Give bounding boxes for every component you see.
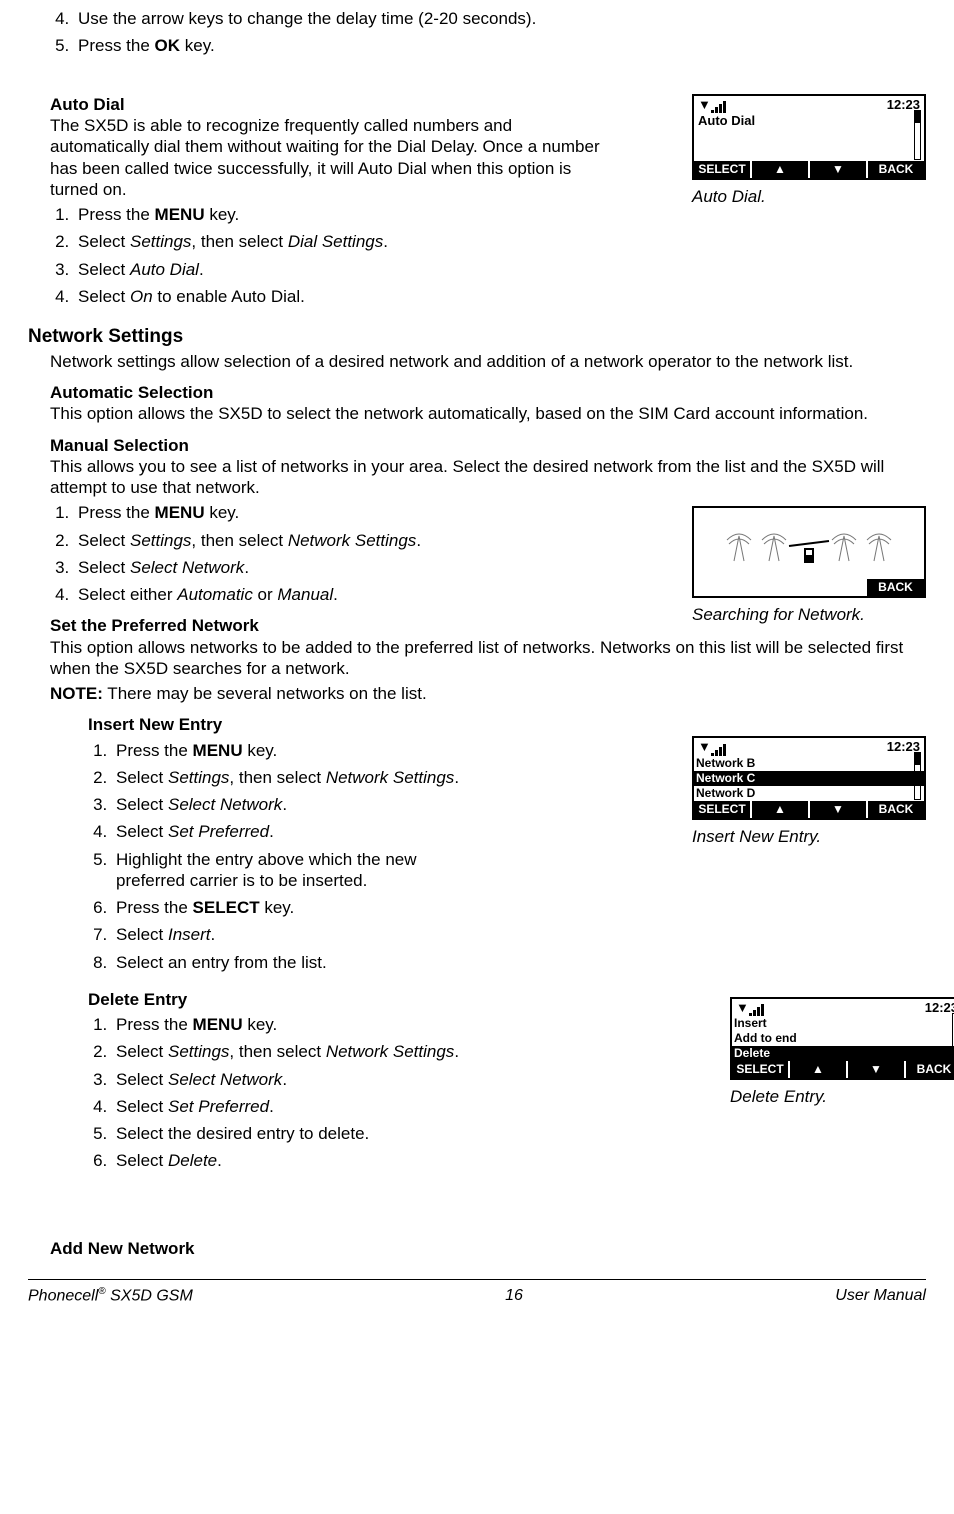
list-item[interactable]: Network B <box>694 756 924 771</box>
step-delay-time: Use the arrow keys to change the delay t… <box>74 8 926 29</box>
softkey-back[interactable]: BACK <box>906 1061 954 1078</box>
signal-icon: ▼ <box>698 739 727 755</box>
softkey-up[interactable]: ▲ <box>752 801 810 818</box>
heading-insert-new-entry: Insert New Entry <box>88 714 926 735</box>
list-item-selected[interactable]: Delete <box>732 1046 954 1061</box>
para-auto-dial: The SX5D is able to recognize frequently… <box>50 115 610 200</box>
searching-graphic <box>694 508 924 571</box>
softkey-down[interactable]: ▼ <box>848 1061 906 1078</box>
list-item[interactable]: Insert <box>732 1016 954 1031</box>
list-item[interactable]: Network D <box>694 786 924 801</box>
para-network-intro: Network settings allow selection of a de… <box>50 351 926 372</box>
para-set-preferred: This option allows networks to be added … <box>50 637 926 680</box>
softkey-select[interactable]: SELECT <box>732 1061 790 1078</box>
heading-manual-selection: Manual Selection <box>50 435 926 456</box>
insert-step-5: Highlight the entry above which the new … <box>112 849 456 892</box>
phone-screen-delete: ▼ 12:23 Insert Add to end Delete SELECT … <box>730 997 954 1080</box>
note-line: NOTE: There may be several networks on t… <box>50 683 926 704</box>
phone-screen-searching: BACK <box>692 506 926 598</box>
autodial-step-4: Select On to enable Auto Dial. <box>74 286 926 307</box>
footer-model: SX5D GSM <box>106 1287 193 1304</box>
softkey-down[interactable]: ▼ <box>810 161 868 178</box>
caption-insert: Insert New Entry. <box>692 826 926 847</box>
insert-step-7: Select Insert. <box>112 924 926 945</box>
caption-delete: Delete Entry. <box>730 1086 954 1107</box>
autodial-step-2: Select Settings, then select Dial Settin… <box>74 231 926 252</box>
heading-network-settings: Network Settings <box>28 325 926 349</box>
screen-title: Auto Dial <box>694 113 924 129</box>
phone-screen-auto-dial: ▼ 12:23 Auto Dial SELECT ▲ ▼ BACK <box>692 94 926 181</box>
caption-auto-dial: Auto Dial. <box>692 186 926 207</box>
softkey-select[interactable]: SELECT <box>694 801 752 818</box>
softkey-up[interactable]: ▲ <box>752 161 810 178</box>
page-footer: Phonecell® SX5D GSM 16 User Manual <box>28 1286 926 1326</box>
signal-icon: ▼ <box>736 1000 765 1016</box>
key-ok: OK <box>155 36 181 55</box>
heading-auto-selection: Automatic Selection <box>50 382 926 403</box>
text: Press the <box>78 36 155 55</box>
page-number: 16 <box>505 1286 523 1306</box>
footer-divider <box>28 1279 926 1280</box>
clock: 12:23 <box>925 1000 954 1016</box>
delete-step-5: Select the desired entry to delete. <box>112 1123 926 1144</box>
step-press-ok: Press the OK key. <box>74 35 926 56</box>
softkey-select[interactable]: SELECT <box>694 161 752 178</box>
signal-icon: ▼ <box>698 97 727 113</box>
autodial-step-3: Select Auto Dial. <box>74 259 926 280</box>
phone-screen-insert: ▼ 12:23 Network B Network C Network D SE… <box>692 736 926 819</box>
heading-add-new-network: Add New Network <box>50 1238 926 1259</box>
text: key. <box>180 36 215 55</box>
insert-step-8: Select an entry from the list. <box>112 952 926 973</box>
softkey-down[interactable]: ▼ <box>810 801 868 818</box>
para-manual-selection: This allows you to see a list of network… <box>50 456 926 499</box>
softkey-back[interactable]: BACK <box>868 801 924 818</box>
footer-product: Phonecell <box>28 1287 98 1304</box>
softkey-back[interactable]: BACK <box>867 579 924 596</box>
delete-step-6: Select Delete. <box>112 1150 926 1171</box>
caption-searching: Searching for Network. <box>692 604 926 625</box>
scrollbar <box>914 110 921 161</box>
insert-step-6: Press the SELECT key. <box>112 897 926 918</box>
softkey-up[interactable]: ▲ <box>790 1061 848 1078</box>
para-auto-selection: This option allows the SX5D to select th… <box>50 403 926 424</box>
registered-icon: ® <box>98 1286 105 1297</box>
list-item[interactable]: Add to end <box>732 1031 954 1046</box>
footer-doc-type: User Manual <box>835 1286 926 1306</box>
list-item-selected[interactable]: Network C <box>694 771 924 786</box>
scrollbar <box>914 752 921 799</box>
text: Use the arrow keys to change the delay t… <box>78 9 536 28</box>
softkey-back[interactable]: BACK <box>868 161 924 178</box>
